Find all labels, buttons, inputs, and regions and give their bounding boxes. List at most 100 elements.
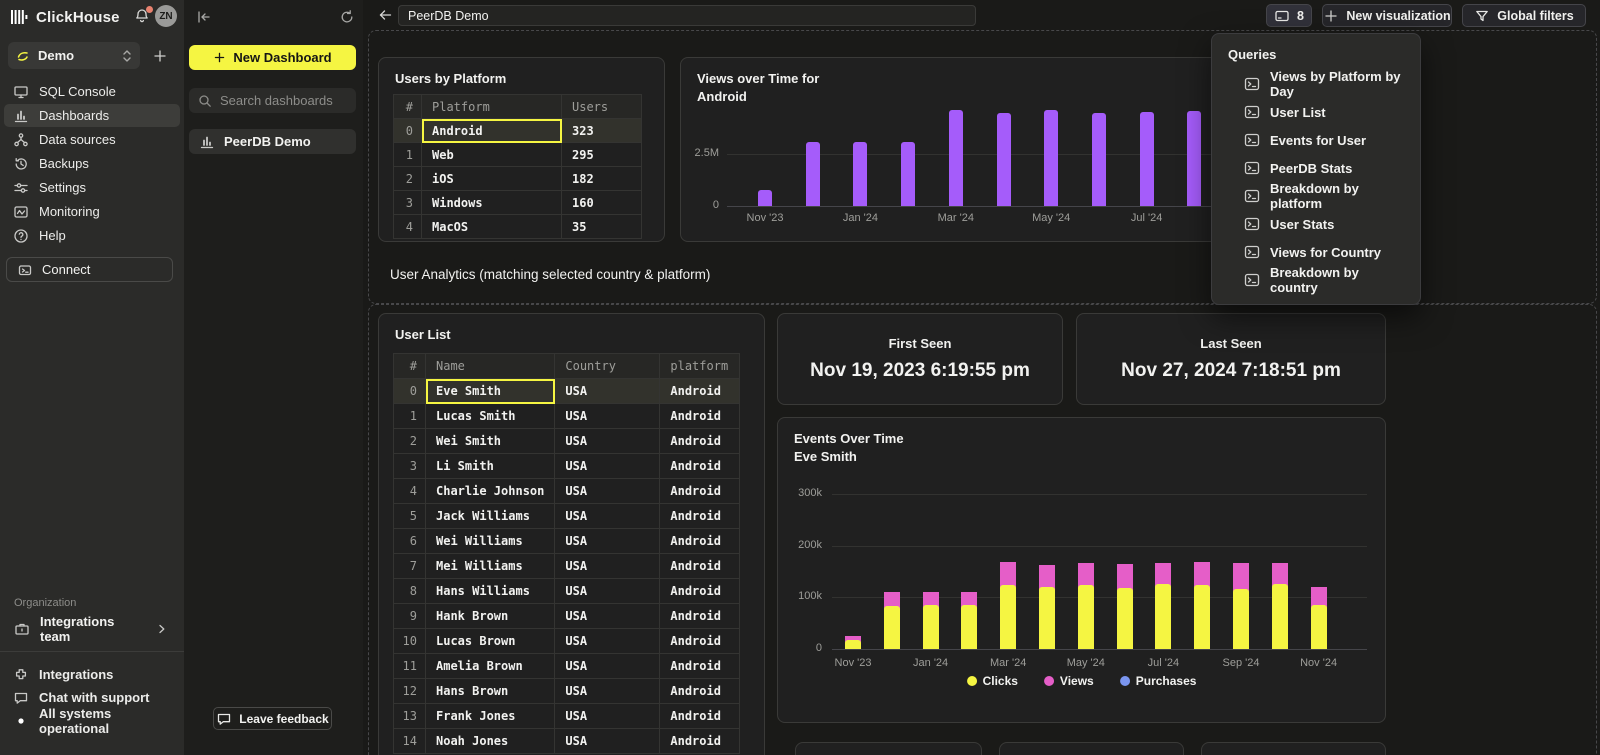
cell[interactable]: USA xyxy=(555,629,660,654)
bar-jul-24[interactable] xyxy=(1140,112,1154,206)
cell[interactable]: 8 xyxy=(394,579,426,604)
query-item-breakdown-by-platform[interactable]: Breakdown by platform xyxy=(1212,182,1420,210)
query-item-views-for-country[interactable]: Views for Country xyxy=(1212,238,1420,266)
clickhouse-logo[interactable]: ClickHouse xyxy=(10,5,120,29)
bar-dec-23[interactable] xyxy=(806,142,820,207)
cell[interactable]: MacOS xyxy=(422,215,562,239)
cell[interactable]: Android xyxy=(660,429,740,454)
sidebar-item-integrations-team[interactable]: Integrations team xyxy=(4,617,180,641)
bar-oct-24-clicks[interactable] xyxy=(1272,584,1288,649)
workspace-selector[interactable]: Demo xyxy=(8,42,140,69)
query-item-breakdown-by-country[interactable]: Breakdown by country xyxy=(1212,266,1420,294)
bar-jul-24-clicks[interactable] xyxy=(1155,584,1171,649)
cell[interactable]: Android xyxy=(660,404,740,429)
query-item-user-list[interactable]: User List xyxy=(1212,98,1420,126)
cell[interactable]: Android xyxy=(660,604,740,629)
query-item-user-stats[interactable]: User Stats xyxy=(1212,210,1420,238)
sidebar-item-settings[interactable]: Settings xyxy=(4,176,180,199)
cell[interactable]: Android xyxy=(660,504,740,529)
cell[interactable]: USA xyxy=(555,679,660,704)
cell[interactable]: Mei Williams xyxy=(426,554,555,579)
bar-jan-24-clicks[interactable] xyxy=(923,605,939,649)
sidebar-item-integrations[interactable]: Integrations xyxy=(4,663,180,686)
cell[interactable]: Android xyxy=(660,479,740,504)
cell[interactable]: Lucas Smith xyxy=(426,404,555,429)
cell[interactable]: USA xyxy=(555,429,660,454)
legend-views[interactable]: Views xyxy=(1044,674,1094,688)
cell[interactable]: Frank Jones xyxy=(426,704,555,729)
cell[interactable]: Android xyxy=(660,704,740,729)
cell[interactable]: 4 xyxy=(394,479,426,504)
bar-nov-23-clicks[interactable] xyxy=(845,640,861,649)
cell[interactable]: 35 xyxy=(562,215,642,239)
cell[interactable]: Hans Williams xyxy=(426,579,555,604)
bar-mar-24[interactable] xyxy=(949,110,963,206)
cell[interactable]: 2 xyxy=(394,429,426,454)
bar-jan-24[interactable] xyxy=(853,142,867,207)
add-service-button[interactable] xyxy=(152,48,168,64)
cell[interactable]: USA xyxy=(555,404,660,429)
queries-count-button[interactable]: 8 xyxy=(1266,4,1312,27)
bar-may-24[interactable] xyxy=(1044,110,1058,206)
cell[interactable]: USA xyxy=(555,529,660,554)
sidebar-item-dashboards[interactable]: Dashboards xyxy=(4,104,180,127)
cell[interactable]: Wei Smith xyxy=(426,429,555,454)
new-visualization-button[interactable]: New visualization xyxy=(1322,4,1452,27)
sidebar-item-data-sources[interactable]: Data sources xyxy=(4,128,180,151)
legend-purchases[interactable]: Purchases xyxy=(1120,674,1197,688)
cell[interactable]: Android xyxy=(660,379,740,404)
bar-feb-24-clicks[interactable] xyxy=(961,605,977,649)
new-dashboard-button[interactable]: New Dashboard xyxy=(189,45,356,70)
cell[interactable]: iOS xyxy=(422,167,562,191)
cell[interactable]: Lucas Brown xyxy=(426,629,555,654)
cell[interactable]: 3 xyxy=(394,191,422,215)
legend-clicks[interactable]: Clicks xyxy=(967,674,1018,688)
cell[interactable]: Noah Jones xyxy=(426,729,555,754)
bar-feb-24[interactable] xyxy=(901,142,915,207)
avatar[interactable]: ZN xyxy=(155,5,177,27)
cell[interactable]: Wei Williams xyxy=(426,529,555,554)
sidebar-item-backups[interactable]: Backups xyxy=(4,152,180,175)
cell[interactable]: Hans Brown xyxy=(426,679,555,704)
bar-nov-24-clicks[interactable] xyxy=(1311,605,1327,650)
query-item-events-for-user[interactable]: Events for User xyxy=(1212,126,1420,154)
bar-dec-23-clicks[interactable] xyxy=(884,606,900,649)
cell[interactable]: Charlie Johnson xyxy=(426,479,555,504)
cell[interactable]: USA xyxy=(555,479,660,504)
cell[interactable]: USA xyxy=(555,454,660,479)
cell[interactable]: Jack Williams xyxy=(426,504,555,529)
cell[interactable]: Li Smith xyxy=(426,454,555,479)
sidebar-item-all-systems-operational[interactable]: All systems operational xyxy=(4,709,180,732)
cell[interactable]: 13 xyxy=(394,704,426,729)
cell[interactable]: Android xyxy=(660,454,740,479)
back-button[interactable] xyxy=(377,7,395,25)
dashboard-item-peerdb-demo[interactable]: PeerDB Demo xyxy=(189,129,356,154)
cell[interactable]: 6 xyxy=(394,529,426,554)
sidebar-item-monitoring[interactable]: Monitoring xyxy=(4,200,180,223)
bar-mar-24-clicks[interactable] xyxy=(1000,585,1016,649)
cell[interactable]: Amelia Brown xyxy=(426,654,555,679)
cell[interactable]: 9 xyxy=(394,604,426,629)
bar-jun-24[interactable] xyxy=(1092,113,1106,206)
bar-sep-24-clicks[interactable] xyxy=(1233,589,1249,650)
query-item-views-by-platform-by-day[interactable]: Views by Platform by Day xyxy=(1212,70,1420,98)
cell[interactable]: Eve Smith xyxy=(426,379,555,404)
cell[interactable]: 1 xyxy=(394,143,422,167)
search-input[interactable] xyxy=(220,93,340,108)
bar-apr-24[interactable] xyxy=(997,113,1011,206)
cell[interactable]: USA xyxy=(555,554,660,579)
connect-button[interactable]: Connect xyxy=(6,257,173,282)
dashboard-title-input[interactable] xyxy=(398,5,976,26)
bar-may-24-clicks[interactable] xyxy=(1078,585,1094,649)
cell[interactable]: Android xyxy=(660,629,740,654)
cell[interactable]: Android xyxy=(660,579,740,604)
sidebar-item-sql-console[interactable]: SQL Console xyxy=(4,80,180,103)
cell[interactable]: Web xyxy=(422,143,562,167)
cell[interactable]: 295 xyxy=(562,143,642,167)
cell[interactable]: 323 xyxy=(562,119,642,143)
cell[interactable]: 160 xyxy=(562,191,642,215)
cell[interactable]: 14 xyxy=(394,729,426,754)
cell[interactable]: 5 xyxy=(394,504,426,529)
cell[interactable]: Android xyxy=(422,119,562,143)
cell[interactable]: 12 xyxy=(394,679,426,704)
